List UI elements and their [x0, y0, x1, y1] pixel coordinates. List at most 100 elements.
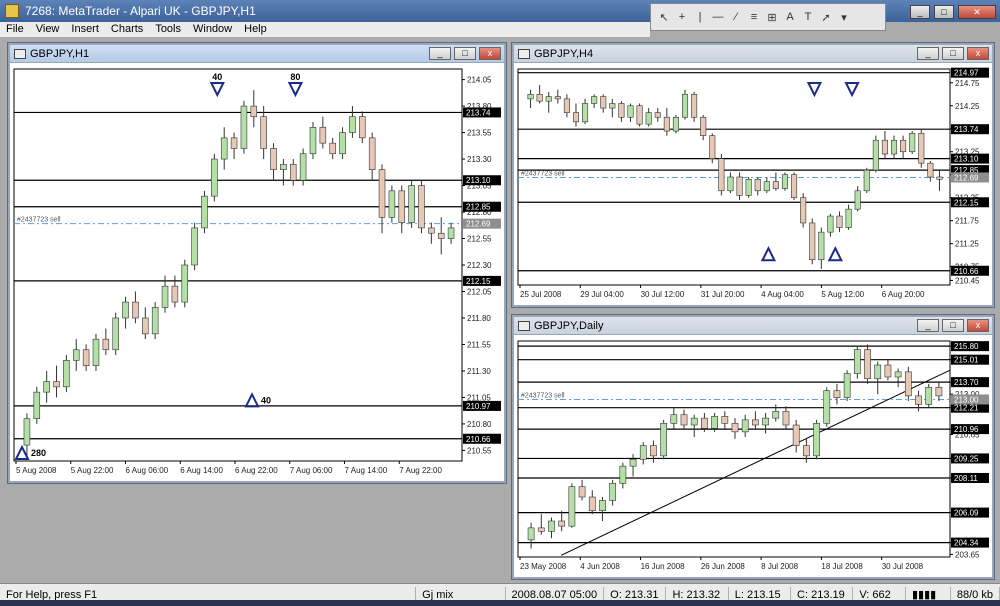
menu-charts[interactable]: Charts: [105, 22, 149, 37]
chart-window-title: GBPJPY,H4: [534, 47, 594, 60]
candle-body: [772, 410, 780, 419]
candle-body: [211, 158, 218, 197]
h1-candlestick-chart[interactable]: 214.05213.80213.55213.30213.05212.80212.…: [10, 63, 504, 481]
candle-body: [537, 527, 545, 532]
level-price-label: 214.97: [954, 69, 979, 78]
chart-window-h4[interactable]: GBPJPY,H4 _ □ x 214.75214.25213.75213.25…: [512, 43, 994, 307]
window-close-button[interactable]: x: [967, 47, 989, 60]
candle-body: [872, 139, 879, 171]
candle-body: [809, 222, 816, 261]
candle-body: [220, 137, 228, 160]
candle-body: [250, 105, 258, 117]
chart-window-title: GBPJPY,Daily: [534, 319, 604, 332]
menu-help[interactable]: Help: [238, 22, 273, 37]
candle-body: [309, 126, 317, 155]
menu-window[interactable]: Window: [187, 22, 238, 37]
chart-area[interactable]: 214.05 213.80 213.55 213.30 213.05 212.80 212.…: [10, 63, 504, 481]
candle-body: [823, 390, 831, 424]
fibonacci-icon[interactable]: ⊞: [765, 11, 779, 24]
candle-body: [781, 174, 789, 189]
candle-body: [800, 197, 807, 224]
menu-file[interactable]: File: [0, 22, 30, 37]
metatrader-app-icon: [5, 4, 19, 18]
window-minimize-button[interactable]: _: [917, 47, 939, 60]
y-tick-label: 203.65: [955, 550, 980, 559]
candle-body: [599, 500, 606, 512]
candle-body: [418, 185, 425, 229]
menu-view[interactable]: View: [30, 22, 66, 37]
app-close-button[interactable]: ✕: [958, 5, 996, 19]
candle-body: [763, 181, 770, 192]
candle-body: [700, 116, 707, 136]
candle-body: [378, 169, 386, 218]
window-minimize-button[interactable]: _: [917, 319, 939, 332]
level-price-label: 213.74: [466, 108, 491, 117]
candle-body: [709, 135, 716, 159]
window-maximize-button[interactable]: □: [942, 47, 964, 60]
candle-body: [752, 419, 759, 426]
y-tick-label: 214.05: [467, 76, 492, 85]
candle-body: [319, 126, 327, 144]
window-minimize-button[interactable]: _: [429, 47, 451, 60]
candle-body: [881, 139, 888, 155]
candle-body: [270, 148, 277, 170]
candle-body: [792, 424, 800, 446]
candle-body: [171, 285, 179, 303]
window-maximize-button[interactable]: □: [454, 47, 476, 60]
candle-body: [845, 208, 852, 228]
chart-area[interactable]: 214.75214.25213.75213.25212.75212.25211.…: [514, 63, 992, 305]
x-tick-label: 7 Aug 22:00: [399, 466, 442, 475]
label-icon[interactable]: T: [801, 11, 815, 23]
menu-insert[interactable]: Insert: [65, 22, 105, 37]
candle-body: [935, 386, 943, 397]
x-tick-label: 31 Jul 20:00: [701, 290, 745, 299]
window-close-button[interactable]: x: [967, 319, 989, 332]
cursor-icon[interactable]: ↖: [657, 11, 671, 24]
level-price-label: 213.74: [954, 125, 979, 134]
candle-body: [609, 103, 616, 109]
candle-body: [690, 417, 698, 426]
vertical-line-icon[interactable]: |: [693, 11, 707, 23]
level-price-label: 213.70: [954, 378, 979, 387]
candle-body: [388, 190, 396, 218]
candle-body: [112, 317, 119, 351]
candle-body: [884, 364, 892, 378]
candle-body: [578, 486, 586, 498]
window-maximize-button[interactable]: □: [942, 319, 964, 332]
candle-body: [791, 174, 798, 198]
x-tick-label: 7 Aug 14:00: [345, 466, 388, 475]
candle-body: [681, 93, 689, 118]
candle-body: [727, 176, 734, 192]
more-icon[interactable]: ▾: [837, 11, 851, 24]
candle-body: [609, 482, 617, 501]
daily-candlestick-chart[interactable]: 215.80215.01213.70213.00212.21210.96210.…: [514, 335, 992, 577]
horizontal-line-icon[interactable]: —: [711, 11, 725, 23]
arrow-icon[interactable]: ➚: [819, 11, 833, 24]
candle-body: [818, 231, 825, 261]
x-tick-label: 7 Aug 06:00: [290, 466, 333, 475]
chart-area[interactable]: 215.80215.01213.70213.00212.21210.96210.…: [514, 335, 992, 577]
level-price-label: 212.15: [954, 198, 979, 207]
y-tick-label: 213.55: [467, 129, 492, 138]
candle-body: [527, 93, 534, 100]
channel-icon[interactable]: ≡: [747, 11, 761, 23]
os-taskbar: [0, 600, 1000, 606]
app-maximize-button[interactable]: □: [934, 5, 954, 19]
candle-body: [23, 418, 31, 446]
app-minimize-button[interactable]: _: [910, 5, 930, 19]
candle-body: [813, 422, 820, 457]
crosshair-icon[interactable]: +: [675, 11, 689, 23]
menu-tools[interactable]: Tools: [149, 22, 187, 37]
candle-body: [588, 496, 596, 512]
candle-body: [536, 93, 543, 102]
window-close-button[interactable]: x: [479, 47, 501, 60]
level-price-label: 215.01: [954, 356, 979, 365]
candle-body: [782, 410, 790, 426]
candle-body: [527, 527, 535, 541]
trendline-icon[interactable]: ⁄: [729, 11, 743, 23]
text-icon[interactable]: A: [783, 11, 797, 23]
chart-window-daily[interactable]: GBPJPY,Daily _ □ x 215.80 215.01 213.70 213…: [512, 315, 994, 579]
h4-candlestick-chart[interactable]: 214.75214.25213.75213.25212.75212.25211.…: [514, 63, 992, 305]
chart-window-h1[interactable]: GBPJPY,H1 _ □ x 214.05 213.80 213.55 213.30…: [8, 43, 506, 483]
level-price-label: 212.21: [954, 404, 979, 413]
